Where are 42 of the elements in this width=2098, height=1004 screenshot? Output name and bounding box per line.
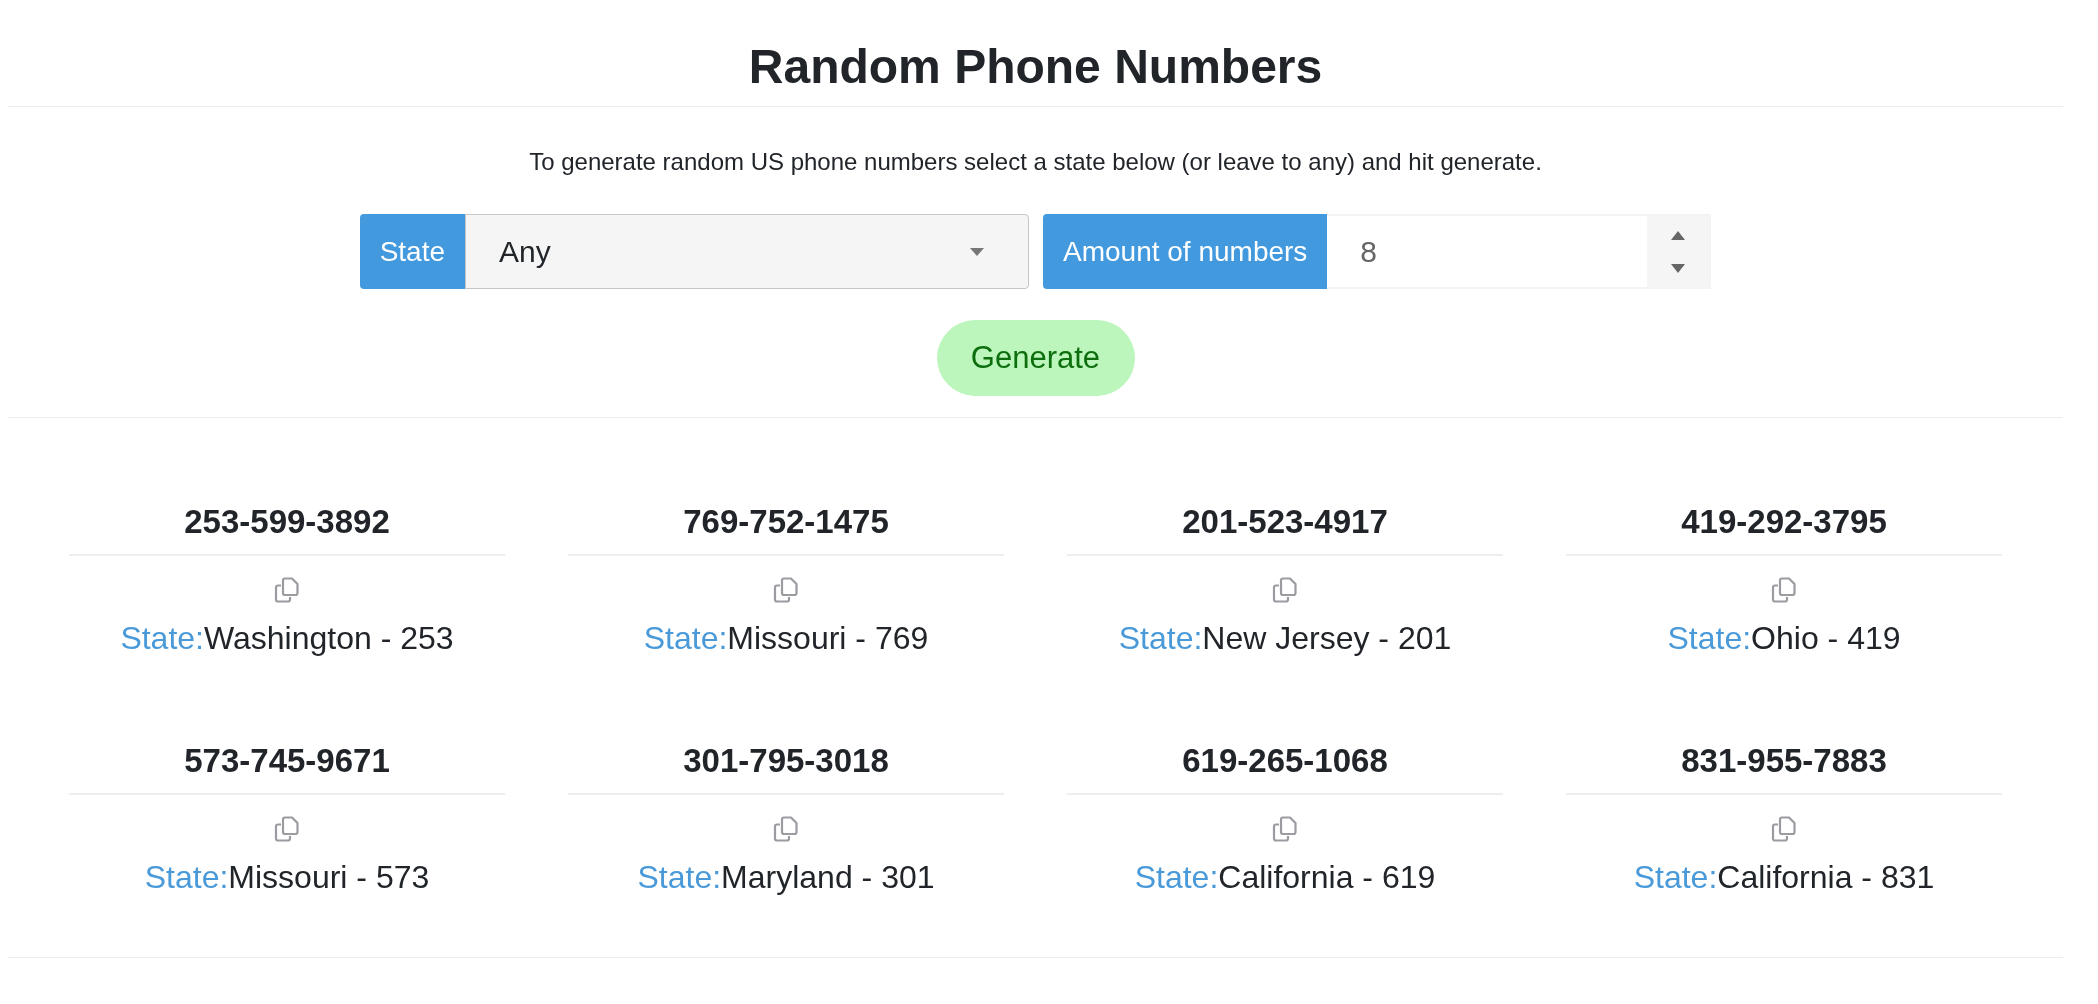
state-value: Maryland - 301	[721, 859, 935, 895]
copy-icon[interactable]	[274, 577, 300, 603]
phone-number: 831-955-7883	[1681, 741, 1887, 781]
caret-up-icon[interactable]	[1671, 230, 1686, 240]
amount-label: Amount of numbers	[1043, 214, 1328, 289]
state-value: Ohio - 419	[1751, 620, 1901, 656]
page-title: Random Phone Numbers	[748, 39, 1323, 95]
state-label: State:	[120, 620, 204, 656]
state-value: California - 619	[1218, 859, 1436, 895]
state-label: State:	[637, 859, 722, 895]
state-label: State:	[1118, 620, 1203, 656]
phone-number: 619-265-1068	[1182, 741, 1388, 781]
state-value: New Jersey - 201	[1202, 620, 1452, 656]
copy-icon[interactable]	[274, 816, 300, 842]
copy-icon[interactable]	[1272, 577, 1298, 603]
state-value: Washington - 253	[204, 620, 454, 656]
state-label: State:	[144, 859, 229, 895]
generate-button[interactable]: Generate	[936, 320, 1135, 396]
state-label: State:	[1633, 859, 1718, 895]
copy-icon[interactable]	[773, 577, 799, 603]
amount-input[interactable]: 8	[1327, 214, 1712, 289]
copy-icon[interactable]	[1771, 577, 1797, 603]
copy-icon[interactable]	[1272, 816, 1298, 842]
phone-number: 301-795-3018	[683, 741, 889, 781]
phone-number: 769-752-1475	[683, 502, 889, 542]
phone-number: 573-745-9671	[184, 741, 390, 781]
caret-down-icon	[970, 247, 984, 256]
caret-down-icon[interactable]	[1671, 263, 1686, 273]
state-label: State:	[643, 620, 728, 656]
state-label: State:	[1134, 859, 1219, 895]
phone-number: 419-292-3795	[1681, 502, 1887, 542]
state-value: California - 831	[1717, 859, 1935, 895]
phone-number: 253-599-3892	[184, 502, 390, 542]
state-label: State	[359, 214, 465, 289]
copy-icon[interactable]	[773, 816, 799, 842]
instructions-text: To generate random US phone numbers select a state below (or leave to any) and hit generate.	[529, 147, 1542, 177]
state-label: State:	[1667, 620, 1752, 656]
copy-icon[interactable]	[1771, 816, 1797, 842]
phone-number: 201-523-4917	[1182, 502, 1388, 542]
state-select[interactable]: Any	[465, 214, 1029, 289]
state-value: Missouri - 769	[727, 620, 929, 656]
state-value: Missouri - 573	[228, 859, 430, 895]
